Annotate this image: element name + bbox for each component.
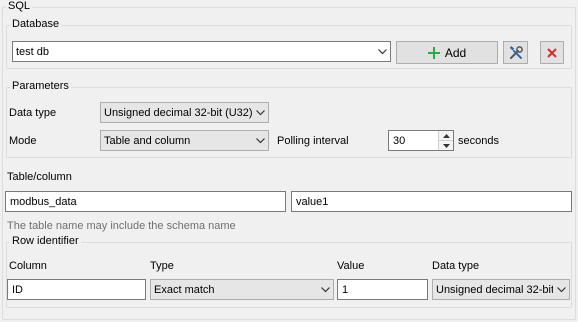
row-data-type-select[interactable]: Unsigned decimal 32-bit — [432, 279, 570, 300]
chevron-up-icon[interactable] — [439, 131, 453, 141]
row-value-header: Value — [337, 260, 365, 272]
row-data-type-header: Data type — [432, 260, 480, 272]
add-database-button-label: Add — [444, 45, 467, 60]
polling-interval-unit: seconds — [458, 135, 499, 147]
data-type-label: Data type — [9, 107, 57, 119]
chevron-down-icon — [374, 42, 390, 61]
plus-icon — [427, 46, 440, 59]
chevron-down-icon — [252, 103, 268, 122]
database-select-value: test db — [16, 45, 50, 58]
database-select[interactable]: test db — [12, 41, 391, 62]
column-name-field[interactable]: value1 — [291, 191, 572, 212]
mode-select-value: Table and column — [104, 134, 191, 147]
tools-icon — [508, 45, 524, 61]
polling-interval-value: 30 — [393, 134, 406, 147]
chevron-down-icon — [553, 280, 569, 299]
table-name-value: modbus_data — [10, 195, 77, 208]
mode-select[interactable]: Table and column — [100, 130, 269, 151]
data-type-select[interactable]: Unsigned decimal 32-bit (U32) — [100, 102, 269, 123]
row-value-field[interactable]: 1 — [337, 279, 428, 300]
chevron-down-icon — [252, 131, 268, 150]
data-type-select-value: Unsigned decimal 32-bit (U32) — [104, 106, 252, 119]
chevron-down-icon[interactable] — [439, 141, 453, 150]
add-database-button[interactable]: Add — [396, 41, 498, 64]
sql-group-title: SQL — [6, 0, 33, 13]
table-name-field[interactable]: modbus_data — [5, 191, 286, 212]
table-name-hint: The table name may include the schema na… — [7, 220, 236, 232]
parameters-group-title: Parameters — [10, 80, 71, 93]
polling-interval-stepper[interactable]: 30 — [388, 130, 454, 151]
database-settings-button[interactable] — [503, 41, 528, 64]
stepper-arrows[interactable] — [438, 131, 453, 150]
row-type-header: Type — [150, 260, 174, 272]
column-name-value: value1 — [296, 195, 329, 208]
row-type-select[interactable]: Exact match — [150, 279, 334, 300]
row-type-select-value: Exact match — [154, 283, 215, 296]
row-column-field[interactable]: ID — [7, 279, 146, 300]
database-group-title: Database — [10, 18, 62, 31]
row-column-value: ID — [12, 283, 23, 296]
row-column-header: Column — [9, 260, 47, 272]
delete-database-button[interactable] — [540, 41, 564, 64]
chevron-down-icon — [317, 280, 333, 299]
row-data-type-select-value: Unsigned decimal 32-bit — [436, 283, 553, 296]
close-icon — [547, 47, 557, 58]
polling-interval-label: Polling interval — [277, 135, 349, 147]
mode-label: Mode — [9, 135, 37, 147]
table-column-title: Table/column — [7, 171, 72, 183]
row-value-value: 1 — [342, 283, 349, 296]
row-identifier-group-title: Row identifier — [10, 235, 81, 248]
